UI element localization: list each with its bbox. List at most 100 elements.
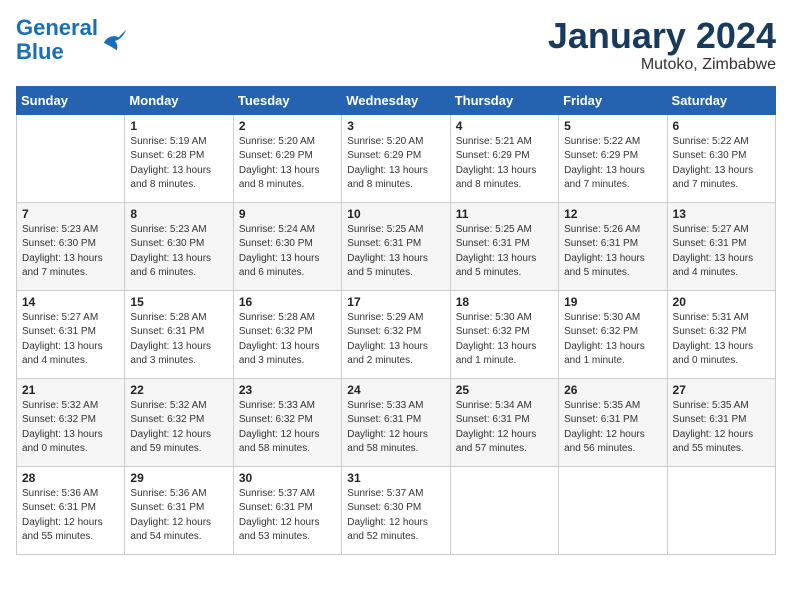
day-number: 31 <box>347 471 444 485</box>
header-day-tuesday: Tuesday <box>233 86 341 114</box>
day-info: Sunrise: 5:27 AM Sunset: 6:31 PM Dayligh… <box>22 311 119 369</box>
calendar-cell: 15 Sunrise: 5:28 AM Sunset: 6:31 PM Dayli… <box>125 290 233 378</box>
calendar-cell <box>17 114 125 202</box>
calendar-cell: 13Sunrise: 5:27 AM Sunset: 6:31 PM Dayli… <box>667 202 775 290</box>
logo-line2: Blue <box>16 39 64 64</box>
day-number: 17 <box>347 295 444 309</box>
day-info: Sunrise: 5:37 AM Sunset: 6:30 PM Dayligh… <box>347 487 444 545</box>
calendar-cell: 19Sunrise: 5:30 AM Sunset: 6:32 PM Dayli… <box>559 290 667 378</box>
calendar-cell: 5 Sunrise: 5:22 AM Sunset: 6:29 PM Daylig… <box>559 114 667 202</box>
day-number: 15 <box>130 295 227 309</box>
week-row-4: 21 Sunrise: 5:32 AM Sunset: 6:32 PM Dayli… <box>17 378 776 466</box>
calendar-cell: 12 Sunrise: 5:26 AM Sunset: 6:31 PM Dayli… <box>559 202 667 290</box>
calendar-cell: 10Sunrise: 5:25 AM Sunset: 6:31 PM Dayli… <box>342 202 450 290</box>
month-title: January 2024 <box>548 16 776 56</box>
calendar-cell: 16Sunrise: 5:28 AM Sunset: 6:32 PM Dayli… <box>233 290 341 378</box>
day-number: 8 <box>130 207 227 221</box>
calendar-cell: 17 Sunrise: 5:29 AM Sunset: 6:32 PM Dayli… <box>342 290 450 378</box>
day-number: 25 <box>456 383 553 397</box>
day-number: 26 <box>564 383 661 397</box>
calendar-cell: 24Sunrise: 5:33 AM Sunset: 6:31 PM Dayli… <box>342 378 450 466</box>
logo: General Blue <box>16 16 128 64</box>
location: Mutoko, Zimbabwe <box>548 56 776 74</box>
calendar-cell: 8 Sunrise: 5:23 AM Sunset: 6:30 PM Daylig… <box>125 202 233 290</box>
title-block: January 2024 Mutoko, Zimbabwe <box>548 16 776 74</box>
calendar-cell: 21 Sunrise: 5:32 AM Sunset: 6:32 PM Dayli… <box>17 378 125 466</box>
day-number: 29 <box>130 471 227 485</box>
day-info: Sunrise: 5:23 AM Sunset: 6:30 PM Dayligh… <box>22 223 119 281</box>
header-row: SundayMondayTuesdayWednesdayThursdayFrid… <box>17 86 776 114</box>
day-info: Sunrise: 5:32 AM Sunset: 6:32 PM Dayligh… <box>130 399 227 457</box>
calendar-cell: 23Sunrise: 5:33 AM Sunset: 6:32 PM Dayli… <box>233 378 341 466</box>
page-header: General Blue January 2024 Mutoko, Zimbab… <box>16 16 776 74</box>
day-number: 28 <box>22 471 119 485</box>
day-info: Sunrise: 5:21 AM Sunset: 6:29 PM Dayligh… <box>456 135 553 193</box>
day-number: 20 <box>673 295 770 309</box>
header-day-sunday: Sunday <box>17 86 125 114</box>
day-info: Sunrise: 5:30 AM Sunset: 6:32 PM Dayligh… <box>564 311 661 369</box>
day-info: Sunrise: 5:35 AM Sunset: 6:31 PM Dayligh… <box>673 399 770 457</box>
day-info: Sunrise: 5:31 AM Sunset: 6:32 PM Dayligh… <box>673 311 770 369</box>
day-number: 27 <box>673 383 770 397</box>
calendar-body: 1 Sunrise: 5:19 AM Sunset: 6:28 PM Daylig… <box>17 114 776 554</box>
calendar-cell: 4Sunrise: 5:21 AM Sunset: 6:29 PM Daylig… <box>450 114 558 202</box>
day-info: Sunrise: 5:36 AM Sunset: 6:31 PM Dayligh… <box>22 487 119 545</box>
day-info: Sunrise: 5:22 AM Sunset: 6:29 PM Dayligh… <box>564 135 661 193</box>
calendar-cell: 25 Sunrise: 5:34 AM Sunset: 6:31 PM Dayli… <box>450 378 558 466</box>
day-info: Sunrise: 5:28 AM Sunset: 6:31 PM Dayligh… <box>130 311 227 369</box>
calendar-table: SundayMondayTuesdayWednesdayThursdayFrid… <box>16 86 776 555</box>
day-info: Sunrise: 5:20 AM Sunset: 6:29 PM Dayligh… <box>347 135 444 193</box>
day-number: 10 <box>347 207 444 221</box>
header-day-thursday: Thursday <box>450 86 558 114</box>
day-info: Sunrise: 5:23 AM Sunset: 6:30 PM Dayligh… <box>130 223 227 281</box>
day-info: Sunrise: 5:22 AM Sunset: 6:30 PM Dayligh… <box>673 135 770 193</box>
calendar-cell <box>450 466 558 554</box>
day-number: 5 <box>564 119 661 133</box>
day-info: Sunrise: 5:29 AM Sunset: 6:32 PM Dayligh… <box>347 311 444 369</box>
day-number: 2 <box>239 119 336 133</box>
week-row-3: 14 Sunrise: 5:27 AM Sunset: 6:31 PM Dayli… <box>17 290 776 378</box>
day-number: 11 <box>456 207 553 221</box>
header-day-friday: Friday <box>559 86 667 114</box>
day-number: 21 <box>22 383 119 397</box>
day-number: 16 <box>239 295 336 309</box>
week-row-5: 28 Sunrise: 5:36 AM Sunset: 6:31 PM Dayli… <box>17 466 776 554</box>
calendar-header: SundayMondayTuesdayWednesdayThursdayFrid… <box>17 86 776 114</box>
logo-bird-icon <box>100 26 128 54</box>
header-day-monday: Monday <box>125 86 233 114</box>
day-number: 12 <box>564 207 661 221</box>
calendar-cell: 18Sunrise: 5:30 AM Sunset: 6:32 PM Dayli… <box>450 290 558 378</box>
day-number: 30 <box>239 471 336 485</box>
day-number: 7 <box>22 207 119 221</box>
day-number: 14 <box>22 295 119 309</box>
day-info: Sunrise: 5:32 AM Sunset: 6:32 PM Dayligh… <box>22 399 119 457</box>
day-info: Sunrise: 5:26 AM Sunset: 6:31 PM Dayligh… <box>564 223 661 281</box>
day-info: Sunrise: 5:34 AM Sunset: 6:31 PM Dayligh… <box>456 399 553 457</box>
calendar-cell <box>559 466 667 554</box>
calendar-cell: 31 Sunrise: 5:37 AM Sunset: 6:30 PM Dayli… <box>342 466 450 554</box>
header-day-wednesday: Wednesday <box>342 86 450 114</box>
day-info: Sunrise: 5:25 AM Sunset: 6:31 PM Dayligh… <box>456 223 553 281</box>
day-number: 1 <box>130 119 227 133</box>
calendar-cell: 27 Sunrise: 5:35 AM Sunset: 6:31 PM Dayli… <box>667 378 775 466</box>
calendar-cell: 26 Sunrise: 5:35 AM Sunset: 6:31 PM Dayli… <box>559 378 667 466</box>
logo-line1: General <box>16 15 98 40</box>
day-info: Sunrise: 5:35 AM Sunset: 6:31 PM Dayligh… <box>564 399 661 457</box>
calendar-cell: 20 Sunrise: 5:31 AM Sunset: 6:32 PM Dayli… <box>667 290 775 378</box>
calendar-cell: 14 Sunrise: 5:27 AM Sunset: 6:31 PM Dayli… <box>17 290 125 378</box>
calendar-cell: 2Sunrise: 5:20 AM Sunset: 6:29 PM Daylig… <box>233 114 341 202</box>
calendar-cell: 11 Sunrise: 5:25 AM Sunset: 6:31 PM Dayli… <box>450 202 558 290</box>
day-number: 9 <box>239 207 336 221</box>
day-info: Sunrise: 5:19 AM Sunset: 6:28 PM Dayligh… <box>130 135 227 193</box>
calendar-cell: 28 Sunrise: 5:36 AM Sunset: 6:31 PM Dayli… <box>17 466 125 554</box>
calendar-cell <box>667 466 775 554</box>
week-row-1: 1 Sunrise: 5:19 AM Sunset: 6:28 PM Daylig… <box>17 114 776 202</box>
day-number: 18 <box>456 295 553 309</box>
calendar-cell: 7 Sunrise: 5:23 AM Sunset: 6:30 PM Daylig… <box>17 202 125 290</box>
calendar-cell: 30Sunrise: 5:37 AM Sunset: 6:31 PM Dayli… <box>233 466 341 554</box>
day-info: Sunrise: 5:24 AM Sunset: 6:30 PM Dayligh… <box>239 223 336 281</box>
day-number: 3 <box>347 119 444 133</box>
day-number: 13 <box>673 207 770 221</box>
calendar-cell: 1 Sunrise: 5:19 AM Sunset: 6:28 PM Daylig… <box>125 114 233 202</box>
header-day-saturday: Saturday <box>667 86 775 114</box>
